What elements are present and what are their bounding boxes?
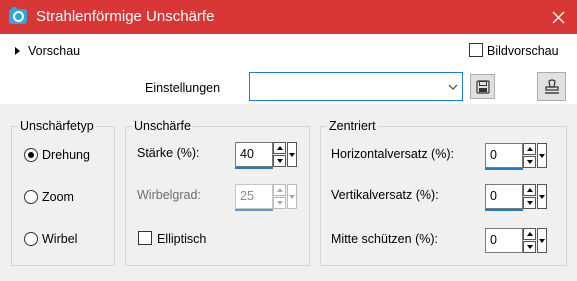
radio-wirbel-label[interactable]: Wirbel bbox=[42, 232, 77, 246]
v-offset-input[interactable]: 0 bbox=[485, 184, 523, 209]
elliptical-checkbox[interactable] bbox=[138, 231, 152, 245]
image-preview-checkbox[interactable] bbox=[469, 43, 483, 57]
arrow-down-icon bbox=[276, 201, 283, 205]
arrow-down-icon bbox=[526, 160, 533, 164]
slider-arrow-icon bbox=[289, 152, 295, 157]
v-offset-underline bbox=[485, 209, 523, 211]
twist-up-button[interactable] bbox=[273, 184, 286, 196]
radio-drehung-label[interactable]: Drehung bbox=[42, 148, 90, 162]
save-preset-button[interactable] bbox=[470, 74, 495, 99]
image-preview-label[interactable]: Bildvorschau bbox=[487, 44, 559, 58]
strength-up-button[interactable] bbox=[273, 142, 286, 154]
arrow-up-icon bbox=[526, 232, 533, 236]
h-offset-up-button[interactable] bbox=[523, 143, 536, 155]
centered-title: Zentriert bbox=[327, 119, 378, 133]
strength-label: Stärke (%): bbox=[137, 146, 200, 160]
arrow-up-icon bbox=[526, 188, 533, 192]
protect-center-label: Mitte schützen (%): bbox=[331, 232, 438, 246]
load-preset-button[interactable] bbox=[537, 72, 566, 101]
close-icon bbox=[552, 11, 564, 23]
protect-center-up-button[interactable] bbox=[523, 228, 536, 240]
twist-down-button[interactable] bbox=[273, 197, 286, 209]
arrow-up-icon bbox=[526, 147, 533, 151]
protect-center-input[interactable]: 0 bbox=[485, 228, 523, 253]
settings-label: Einstellungen bbox=[145, 81, 221, 95]
h-offset-down-button[interactable] bbox=[523, 156, 536, 168]
camera-app-icon bbox=[9, 7, 27, 24]
blur-title: Unschärfe bbox=[132, 119, 193, 133]
h-offset-underline bbox=[485, 168, 523, 170]
elliptical-label[interactable]: Elliptisch bbox=[157, 232, 206, 246]
h-offset-slider-button[interactable] bbox=[537, 143, 547, 168]
radio-zoom[interactable] bbox=[24, 190, 38, 204]
chevron-down-icon bbox=[448, 84, 458, 90]
h-offset-label: Horizontalversatz (%): bbox=[331, 147, 454, 161]
slider-arrow-icon bbox=[539, 153, 545, 158]
arrow-down-icon bbox=[276, 159, 283, 163]
strength-input[interactable]: 40 bbox=[235, 142, 273, 167]
arrow-up-icon bbox=[276, 188, 283, 192]
arrow-down-icon bbox=[526, 245, 533, 249]
preview-toggle-label[interactable]: Vorschau bbox=[28, 44, 80, 58]
slider-arrow-icon bbox=[289, 194, 295, 199]
protect-center-slider-button[interactable] bbox=[537, 228, 547, 253]
settings-combobox[interactable] bbox=[249, 72, 463, 101]
twist-underline bbox=[235, 209, 273, 211]
expand-triangle-icon[interactable] bbox=[15, 47, 20, 55]
v-offset-down-button[interactable] bbox=[523, 197, 536, 209]
radio-wirbel[interactable] bbox=[24, 232, 38, 246]
v-offset-slider-button[interactable] bbox=[537, 184, 547, 209]
twist-slider-button[interactable] bbox=[287, 184, 297, 209]
v-offset-label: Vertikalversatz (%): bbox=[331, 188, 439, 202]
blur-type-title: Unschärfetyp bbox=[18, 119, 96, 133]
close-button[interactable] bbox=[543, 3, 573, 31]
strength-slider-button[interactable] bbox=[287, 142, 297, 167]
slider-arrow-icon bbox=[539, 238, 545, 243]
radio-drehung[interactable] bbox=[24, 148, 38, 162]
arrow-down-icon bbox=[526, 201, 533, 205]
v-offset-up-button[interactable] bbox=[523, 184, 536, 196]
combo-dropdown-button[interactable] bbox=[444, 73, 462, 100]
stamp-icon bbox=[544, 78, 559, 94]
arrow-up-icon bbox=[276, 146, 283, 150]
protect-center-down-button[interactable] bbox=[523, 241, 536, 253]
radio-zoom-label[interactable]: Zoom bbox=[42, 190, 74, 204]
slider-arrow-icon bbox=[539, 194, 545, 199]
h-offset-input[interactable]: 0 bbox=[485, 143, 523, 168]
window-title: Strahlenförmige Unschärfe bbox=[36, 8, 215, 25]
save-icon bbox=[475, 79, 490, 94]
strength-underline bbox=[235, 167, 273, 169]
strength-down-button[interactable] bbox=[273, 155, 286, 167]
twist-label: Wirbelgrad: bbox=[137, 188, 201, 202]
twist-input[interactable]: 25 bbox=[235, 184, 273, 209]
